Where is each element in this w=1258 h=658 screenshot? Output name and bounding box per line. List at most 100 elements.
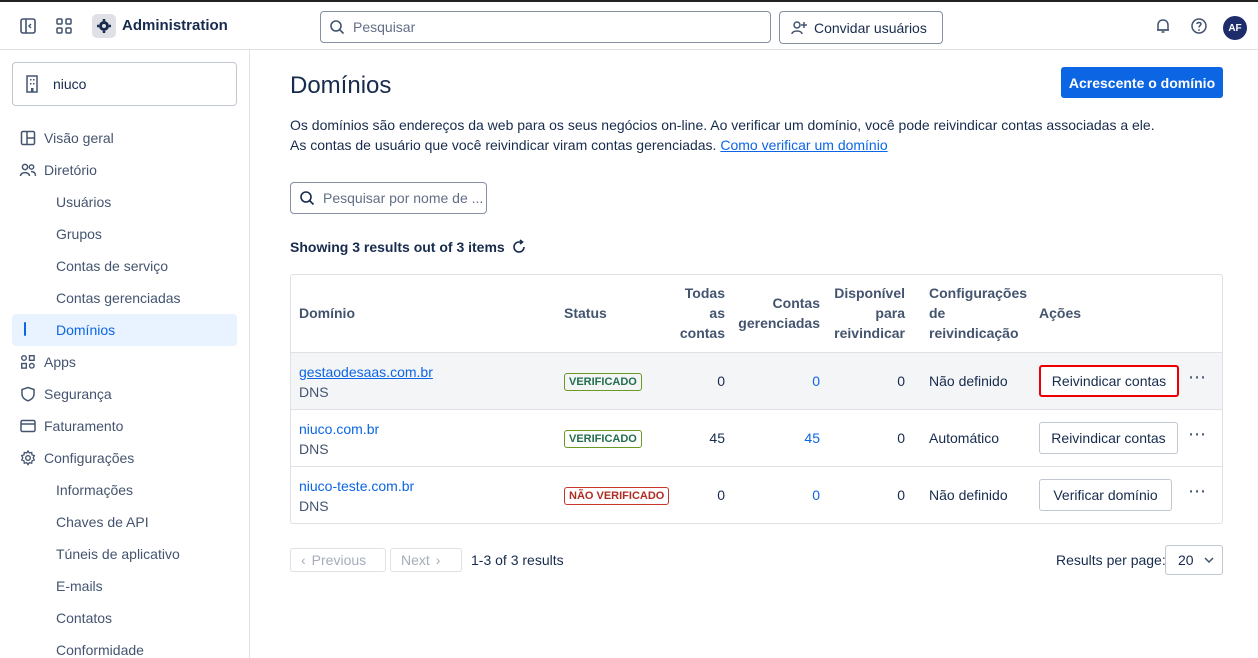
domain-link[interactable]: niuco.com.br [299, 419, 379, 439]
sidebar-item-emails[interactable]: E-mails [12, 571, 237, 601]
notifications-bell-icon[interactable] [1151, 14, 1175, 38]
user-avatar[interactable]: AF [1223, 16, 1247, 40]
sidebar-item-label: Domínios [56, 322, 116, 338]
sidebar-item-information[interactable]: Informações [12, 475, 237, 505]
status-badge: VERIFICADO [564, 430, 642, 448]
search-icon [300, 191, 315, 206]
header-line: Todas [684, 285, 725, 301]
sidebar-item-label: Usuários [56, 194, 112, 210]
app-title[interactable]: Administration [122, 17, 228, 34]
sidebar-item-app-tunnels[interactable]: Túneis de aplicativo [12, 539, 237, 569]
sidebar-item-label: Grupos [56, 226, 102, 242]
results-per-page-select[interactable]: 20 [1165, 545, 1223, 575]
managed-accounts-link[interactable]: 45 [731, 428, 820, 448]
sidebar-item-settings[interactable]: Configurações [12, 443, 237, 473]
sidebar: niuco Visão geral Diretório Usuários Gru… [0, 50, 250, 658]
refresh-icon[interactable] [511, 239, 527, 255]
add-domain-button[interactable]: Acrescente o domínio [1061, 67, 1223, 98]
sidebar-item-billing[interactable]: Faturamento [12, 411, 237, 441]
column-header-domain[interactable]: Domínio [299, 303, 355, 323]
claim-accounts-button[interactable]: Reivindicar contas [1039, 422, 1178, 454]
sidebar-item-managed-accounts[interactable]: Contas gerenciadas [12, 283, 237, 313]
header-line: as [709, 305, 725, 321]
invite-users-button[interactable]: Convidar usuários [779, 11, 943, 44]
shield-icon [18, 384, 38, 404]
more-actions-icon[interactable]: ⋯ [1188, 424, 1207, 445]
sidebar-item-compliance[interactable]: Conformidade [12, 635, 237, 658]
org-name: niuco [53, 76, 87, 92]
column-header-managed-accounts[interactable]: Contas gerenciadas [731, 293, 820, 333]
gear-icon [18, 448, 38, 468]
header-line: para [875, 305, 905, 321]
domain-type: DNS [299, 441, 329, 457]
more-actions-icon[interactable]: ⋯ [1188, 481, 1207, 502]
domain-type: DNS [299, 498, 329, 514]
next-page-button[interactable]: Next › [390, 548, 462, 572]
column-header-available[interactable]: Disponível para reivindicar [825, 283, 905, 343]
results-summary-text: Showing 3 results out of 3 items [290, 239, 505, 255]
sidebar-item-overview[interactable]: Visão geral [12, 123, 237, 153]
verify-domain-button[interactable]: Verificar domínio [1039, 479, 1172, 511]
sidebar-item-label: Informações [56, 482, 134, 498]
claim-accounts-button[interactable]: Reivindicar contas [1039, 365, 1179, 397]
app-switcher-icon[interactable] [52, 14, 76, 38]
next-label: Next [401, 552, 430, 568]
column-header-all-accounts[interactable]: Todas as contas [671, 283, 725, 343]
pagination-range: 1-3 of 3 results [471, 552, 564, 568]
domain-type: DNS [299, 384, 329, 400]
results-summary: Showing 3 results out of 3 items [290, 239, 527, 255]
available-count: 0 [897, 373, 905, 389]
more-actions-icon[interactable]: ⋯ [1188, 367, 1207, 388]
managed-accounts-link[interactable]: 0 [731, 485, 820, 505]
sidebar-item-contacts[interactable]: Contatos [12, 603, 237, 633]
sidebar-item-label: Contas de serviço [56, 258, 169, 274]
sidebar-item-domains[interactable]: Domínios [12, 314, 237, 346]
add-person-icon [791, 20, 807, 34]
previous-label: Previous [311, 552, 367, 568]
help-icon[interactable] [1187, 14, 1211, 38]
overview-icon [18, 128, 38, 148]
results-per-page-value: 20 [1178, 552, 1194, 568]
sidebar-item-apps[interactable]: Apps [12, 347, 237, 377]
header-line: reivindicação [929, 325, 1019, 341]
header-line: gerenciadas [738, 315, 820, 331]
sidebar-item-security[interactable]: Segurança [12, 379, 237, 409]
header-line: Disponível [834, 285, 905, 301]
all-accounts-count: 0 [717, 373, 725, 389]
how-to-verify-link[interactable]: Como verificar um domínio [720, 137, 887, 153]
page-description: Os domínios são endereços da web para os… [290, 115, 1170, 155]
credit-card-icon [18, 416, 38, 436]
search-placeholder: Pesquisar [353, 19, 416, 35]
header-line: reivindicar [834, 325, 905, 341]
sidebar-item-label: E-mails [56, 578, 103, 594]
sidebar-item-service-accounts[interactable]: Contas de serviço [12, 251, 237, 281]
sidebar-toggle-icon[interactable] [16, 14, 40, 38]
previous-page-button[interactable]: ‹ Previous [290, 548, 386, 572]
sidebar-item-directory[interactable]: Diretório [12, 155, 237, 185]
status-badge: NÃO VERIFICADO [564, 487, 670, 505]
sidebar-item-api-keys[interactable]: Chaves de API [12, 507, 237, 537]
column-header-status[interactable]: Status [564, 303, 607, 323]
column-header-actions: Ações [1039, 305, 1082, 321]
sidebar-item-label: Diretório [44, 162, 97, 178]
chevron-down-icon [1204, 557, 1214, 563]
sidebar-item-label: Visão geral [44, 130, 114, 146]
sidebar-item-groups[interactable]: Grupos [12, 219, 237, 249]
all-accounts-count: 45 [709, 430, 725, 446]
global-search-input[interactable]: Pesquisar [320, 11, 771, 43]
table-row: niuco.com.br DNS VERIFICADO 45 45 0 Auto… [291, 409, 1222, 466]
sidebar-item-label: Contatos [56, 610, 113, 626]
column-header-claim-settings[interactable]: Configurações de reivindicação [929, 283, 1027, 343]
sidebar-item-label: Túneis de aplicativo [56, 546, 180, 562]
org-selector[interactable]: niuco [12, 62, 237, 106]
invite-users-label: Convidar usuários [814, 19, 927, 36]
domains-table: Domínio Status Todas as contas Contas ge… [290, 274, 1223, 524]
domain-search-input[interactable]: Pesquisar por nome de ... [290, 182, 487, 214]
managed-accounts-link[interactable]: 0 [731, 371, 820, 391]
domain-link[interactable]: niuco-teste.com.br [299, 476, 414, 496]
chevron-right-icon: › [435, 552, 441, 568]
sidebar-item-users[interactable]: Usuários [12, 187, 237, 217]
admin-gear-icon [92, 14, 116, 38]
domain-link[interactable]: gestaodesaas.com.br [299, 362, 433, 382]
sidebar-item-label: Segurança [44, 386, 112, 402]
